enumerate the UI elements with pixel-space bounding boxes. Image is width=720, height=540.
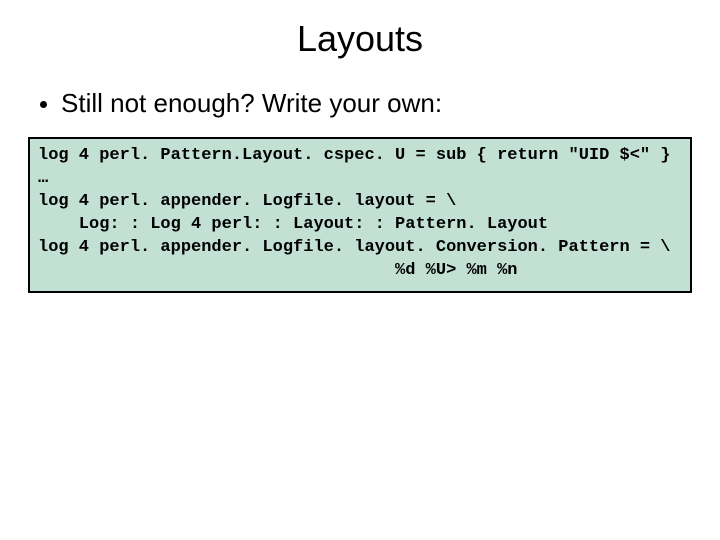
code-line: log 4 perl. appender. Logfile. layout = … <box>38 192 456 211</box>
bullet-text: Still not enough? Write your own: <box>61 88 442 119</box>
code-line: Log: : Log 4 perl: : Layout: : Pattern. … <box>38 215 548 234</box>
code-line: log 4 perl. Pattern.Layout. cspec. U = s… <box>38 146 671 165</box>
code-line: log 4 perl. appender. Logfile. layout. C… <box>38 238 671 257</box>
bullet-icon <box>40 101 47 108</box>
bullet-list: Still not enough? Write your own: <box>0 68 720 129</box>
code-line: … <box>38 169 48 188</box>
bullet-item: Still not enough? Write your own: <box>40 88 680 119</box>
code-line: %d %U> %m %n <box>38 261 517 280</box>
slide: Layouts Still not enough? Write your own… <box>0 0 720 540</box>
slide-title: Layouts <box>0 0 720 68</box>
code-block: log 4 perl. Pattern.Layout. cspec. U = s… <box>28 137 692 293</box>
